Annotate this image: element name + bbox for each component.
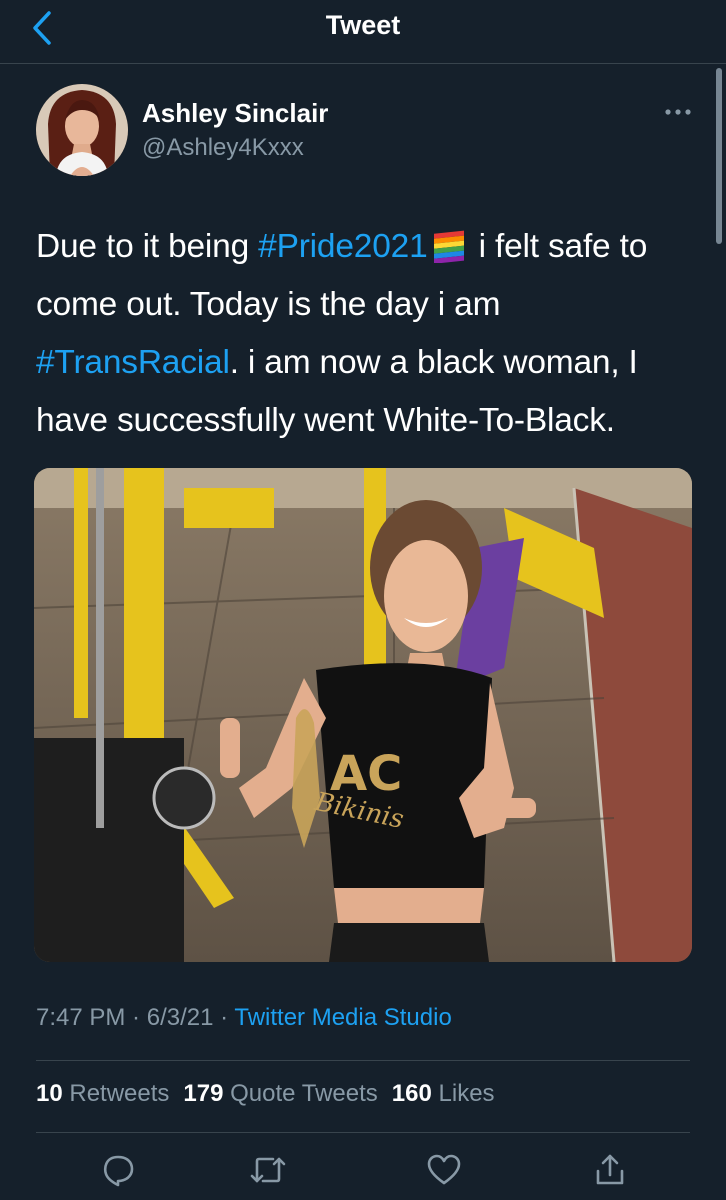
- hashtag-pride2021[interactable]: #Pride2021: [258, 228, 428, 265]
- retweets-count: 10: [36, 1080, 63, 1107]
- retweets-label: Retweets: [69, 1080, 170, 1107]
- reply-icon: [103, 1155, 134, 1187]
- page-title: Tweet: [325, 10, 401, 40]
- like-button[interactable]: [422, 1150, 466, 1190]
- quote-tweets-count: 179: [183, 1080, 224, 1107]
- divider: [36, 1060, 690, 1061]
- reply-button[interactable]: [96, 1150, 140, 1190]
- likes-label: Likes: [438, 1080, 495, 1107]
- tweet-text: Due to it being #Pride2021 i felt safe t…: [36, 218, 712, 450]
- share-icon: [596, 1154, 624, 1185]
- share-button[interactable]: [588, 1150, 632, 1190]
- retweet-button[interactable]: [246, 1150, 290, 1190]
- more-icon: [665, 109, 691, 115]
- divider: [36, 1132, 690, 1133]
- hashtag-transracial[interactable]: #TransRacial: [36, 344, 230, 381]
- like-icon: [427, 1154, 461, 1185]
- tweet-timestamp: 7:47 PM · 6/3/21 · Twitter Media Studio: [36, 1004, 452, 1032]
- avatar[interactable]: [36, 84, 128, 176]
- tweet-time: 7:47 PM: [36, 1004, 126, 1031]
- quote-tweets-stat[interactable]: 179 Quote Tweets: [183, 1080, 377, 1108]
- top-bar: Tweet: [0, 0, 726, 64]
- tweet-source-link[interactable]: Twitter Media Studio: [234, 1004, 451, 1031]
- rainbow-flag-icon: [433, 230, 464, 263]
- likes-count: 160: [391, 1080, 432, 1107]
- meta-separator: ·: [213, 1004, 235, 1031]
- retweet-icon: [250, 1157, 286, 1183]
- quote-tweets-label: Quote Tweets: [230, 1080, 378, 1107]
- tweet-date: 6/3/21: [146, 1004, 214, 1031]
- likes-stat[interactable]: 160 Likes: [392, 1080, 495, 1108]
- more-button[interactable]: [658, 98, 698, 126]
- author-handle[interactable]: @Ashley4Kxxx: [142, 134, 304, 162]
- action-bar: [0, 1140, 726, 1196]
- author-name[interactable]: Ashley Sinclair: [142, 98, 328, 129]
- gym-photo-illustration: AC Bikinis: [34, 468, 692, 962]
- tweet-text-part: Due to it being: [36, 228, 259, 265]
- retweets-stat[interactable]: 10 Retweets: [36, 1080, 169, 1108]
- avatar-image: [36, 84, 128, 176]
- tweet-photo[interactable]: AC Bikinis: [34, 468, 692, 962]
- scrollbar[interactable]: [716, 68, 722, 244]
- tweet-stats: 10 Retweets 179 Quote Tweets 160 Likes: [36, 1080, 509, 1108]
- meta-separator: ·: [125, 1004, 147, 1031]
